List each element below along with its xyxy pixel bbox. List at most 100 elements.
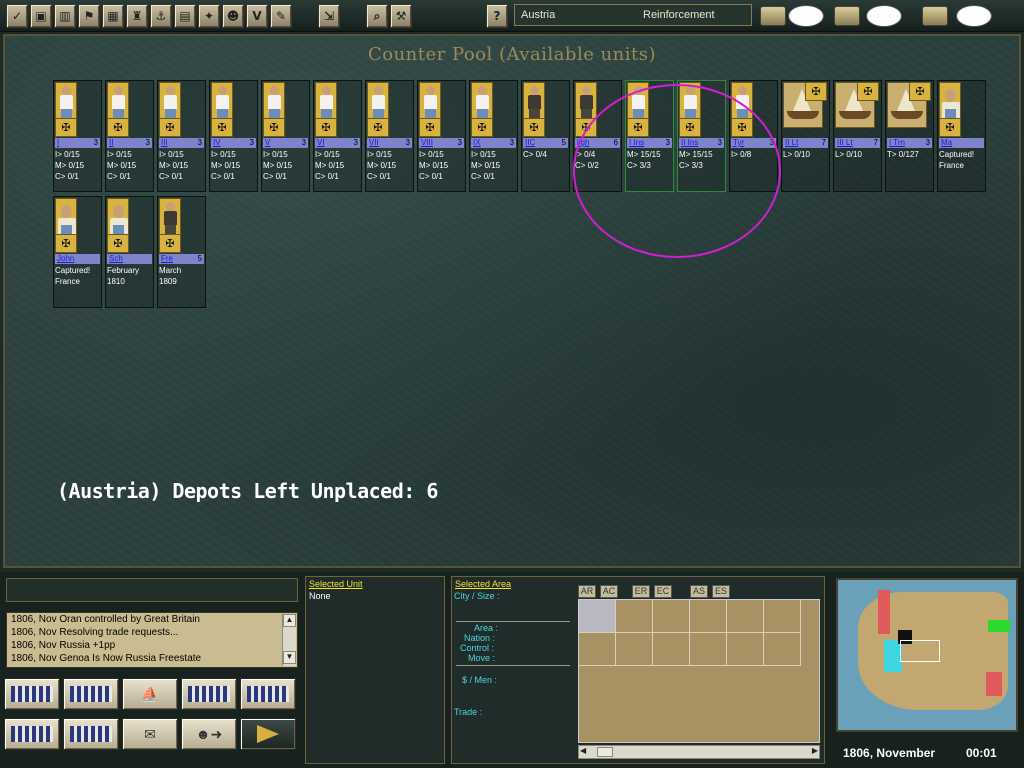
build-depot-button[interactable] bbox=[63, 678, 119, 710]
tools-icon[interactable]: ⚒ bbox=[390, 4, 412, 28]
help-button[interactable]: ? bbox=[486, 4, 508, 28]
options-icon[interactable]: ✎ bbox=[270, 4, 292, 28]
scroll-up-icon[interactable]: ▲ bbox=[283, 614, 296, 627]
unit-card[interactable]: ✠ I Ins 3 M> 15/15 C> 3/3 bbox=[625, 80, 674, 192]
unit-stats: I> 0/4 C> 0/2 bbox=[575, 150, 599, 170]
grid-cell[interactable] bbox=[727, 633, 764, 666]
scroll-down-icon[interactable]: ▼ bbox=[283, 651, 296, 664]
next-phase-button[interactable] bbox=[240, 718, 296, 750]
build-barracks-button[interactable] bbox=[4, 718, 60, 750]
tab-ac[interactable]: AC bbox=[600, 585, 618, 598]
eagle-icon: ✠ bbox=[211, 118, 233, 137]
unit-name-text: III Lt bbox=[837, 138, 853, 147]
unit-stats: I> 0/8 bbox=[731, 150, 752, 159]
disband-button[interactable] bbox=[181, 678, 237, 710]
unit-stats: I> 0/15 M> 0/15 C> 0/1 bbox=[315, 150, 345, 181]
victory-icon[interactable]: V bbox=[246, 4, 268, 28]
unit-card[interactable]: ✠ Sch February 1810 bbox=[105, 196, 154, 308]
unit-card[interactable]: ✠ II Lt 7 L> 0/10 bbox=[781, 80, 830, 192]
unit-card[interactable]: ✠ ligh 6 I> 0/4 C> 0/2 bbox=[573, 80, 622, 192]
unit-card[interactable]: ✠ John Captured! France bbox=[53, 196, 102, 308]
tab-ec[interactable]: EC bbox=[654, 585, 672, 598]
area-unit-grid[interactable] bbox=[578, 599, 820, 743]
log-scrollbar[interactable]: ▲ ▼ bbox=[282, 614, 296, 666]
unit-card[interactable]: ✠ Tyr 3 I> 0/8 bbox=[729, 80, 778, 192]
build-fleet-button[interactable]: ⛵ bbox=[122, 678, 178, 710]
unit-card[interactable]: ✠ Ma Captured! France bbox=[937, 80, 986, 192]
grid-cell[interactable] bbox=[579, 633, 616, 666]
tab-es[interactable]: ES bbox=[712, 585, 730, 598]
chart-icon[interactable]: ▥ bbox=[54, 4, 76, 28]
unit-card[interactable]: ✠ IX 3 I> 0/15 M> 0/15 C> 0/1 bbox=[469, 80, 518, 192]
zoom-icon[interactable]: ⌕ bbox=[366, 4, 388, 28]
unit-card[interactable]: ✠ III Lt 7 L> 0/10 bbox=[833, 80, 882, 192]
eagle-icon: ✠ bbox=[523, 118, 545, 137]
unit-card[interactable]: ✠ II Ins 3 M> 15/15 C> 3/3 bbox=[677, 80, 726, 192]
land-icon[interactable]: ♜ bbox=[126, 4, 148, 28]
unit-name: IIC 5 bbox=[523, 138, 568, 148]
unit-strength: 3 bbox=[353, 138, 358, 147]
unit-strength: 5 bbox=[197, 254, 202, 263]
diplomat-button[interactable]: ☻➜ bbox=[181, 718, 237, 750]
grid-cell[interactable] bbox=[653, 600, 690, 633]
grid-cell[interactable] bbox=[579, 600, 616, 633]
scroll-left-icon[interactable]: ◀ bbox=[580, 746, 586, 755]
unit-card[interactable]: ✠ Fre 5 March 1809 bbox=[157, 196, 206, 308]
end-phase-icon[interactable]: ✓ bbox=[6, 4, 28, 28]
unit-card[interactable]: ✠ III 3 I> 0/15 M> 0/15 C> 0/1 bbox=[157, 80, 206, 192]
unit-card[interactable]: ✠ I 3 I> 0/15 M> 0/15 C> 0/1 bbox=[53, 80, 102, 192]
unit-card[interactable]: ✠ I Trn 3 T> 0/127 bbox=[885, 80, 934, 192]
ledger-icon[interactable]: ▣ bbox=[30, 4, 52, 28]
unit-card[interactable]: ✠ II 3 I> 0/15 M> 0/15 C> 0/1 bbox=[105, 80, 154, 192]
grid-cell[interactable] bbox=[764, 633, 801, 666]
tab-as[interactable]: AS bbox=[690, 585, 708, 598]
eagle-icon: ✠ bbox=[909, 82, 931, 101]
grid-cell[interactable] bbox=[727, 600, 764, 633]
unit-stats: I> 0/15 M> 0/15 C> 0/1 bbox=[211, 150, 241, 181]
area-label: Area : bbox=[474, 623, 499, 633]
map-icon[interactable]: ✦ bbox=[198, 4, 220, 28]
depots-left-text: (Austria) Depots Left Unplaced: 6 bbox=[57, 479, 438, 503]
log-line: 1806, Nov Russia +1pp bbox=[11, 640, 116, 651]
unit-card[interactable]: ✠ VII 3 I> 0/15 M> 0/15 C> 0/1 bbox=[365, 80, 414, 192]
naval-icon[interactable]: ⚓ bbox=[150, 4, 172, 28]
scroll-thumb[interactable] bbox=[597, 747, 613, 757]
eagle-icon: ✠ bbox=[471, 118, 493, 137]
export-icon[interactable]: ⇲ bbox=[318, 4, 340, 28]
report-icon[interactable]: ▤ bbox=[174, 4, 196, 28]
trade-icon[interactable]: ▦ bbox=[102, 4, 124, 28]
minimap-view-box[interactable] bbox=[900, 640, 940, 662]
unit-strength: 3 bbox=[925, 138, 930, 147]
diplomacy-icon[interactable]: ⚑ bbox=[78, 4, 100, 28]
minimap[interactable] bbox=[836, 578, 1018, 732]
unit-name: II Lt 7 bbox=[783, 138, 828, 148]
unit-card[interactable]: ✠ V 3 I> 0/15 M> 0/15 C> 0/1 bbox=[261, 80, 310, 192]
tab-er[interactable]: ER bbox=[632, 585, 650, 598]
unit-card[interactable]: ✠ IV 3 I> 0/15 M> 0/15 C> 0/1 bbox=[209, 80, 258, 192]
grid-cell[interactable] bbox=[764, 600, 801, 633]
unit-card[interactable]: ✠ VIII 3 I> 0/15 M> 0/15 C> 0/1 bbox=[417, 80, 466, 192]
leader-icon[interactable]: ☻ bbox=[222, 4, 244, 28]
unit-stats: I> 0/15 M> 0/15 C> 0/1 bbox=[159, 150, 189, 181]
selected-unit-label: Selected Unit bbox=[309, 579, 363, 589]
scroll-orders-button[interactable]: ✉ bbox=[122, 718, 178, 750]
eagle-icon: ✠ bbox=[159, 234, 181, 253]
message-log[interactable]: 1806, Nov Oran controlled by Great Brita… bbox=[6, 612, 298, 668]
unit-stats: M> 15/15 C> 3/3 bbox=[679, 150, 713, 170]
minimap-britain bbox=[878, 590, 890, 634]
grid-cell[interactable] bbox=[690, 633, 727, 666]
grid-horizontal-scrollbar[interactable]: ◀ ▶ bbox=[578, 745, 820, 759]
log-line: 1806, Nov Oran controlled by Great Brita… bbox=[11, 614, 200, 625]
unit-card[interactable]: ✠ VI 3 I> 0/15 M> 0/15 C> 0/1 bbox=[313, 80, 362, 192]
build-cavalry-button[interactable] bbox=[240, 678, 296, 710]
grid-cell[interactable] bbox=[616, 633, 653, 666]
appoint-leader-button[interactable] bbox=[63, 718, 119, 750]
unit-stats: Captured! France bbox=[939, 150, 975, 170]
tab-ar[interactable]: AR bbox=[578, 585, 596, 598]
unit-card[interactable]: ✠ IIC 5 C> 0/4 bbox=[521, 80, 570, 192]
build-infantry-button[interactable] bbox=[4, 678, 60, 710]
grid-cell[interactable] bbox=[653, 633, 690, 666]
grid-cell[interactable] bbox=[616, 600, 653, 633]
grid-cell[interactable] bbox=[690, 600, 727, 633]
scroll-right-icon[interactable]: ▶ bbox=[812, 746, 818, 755]
